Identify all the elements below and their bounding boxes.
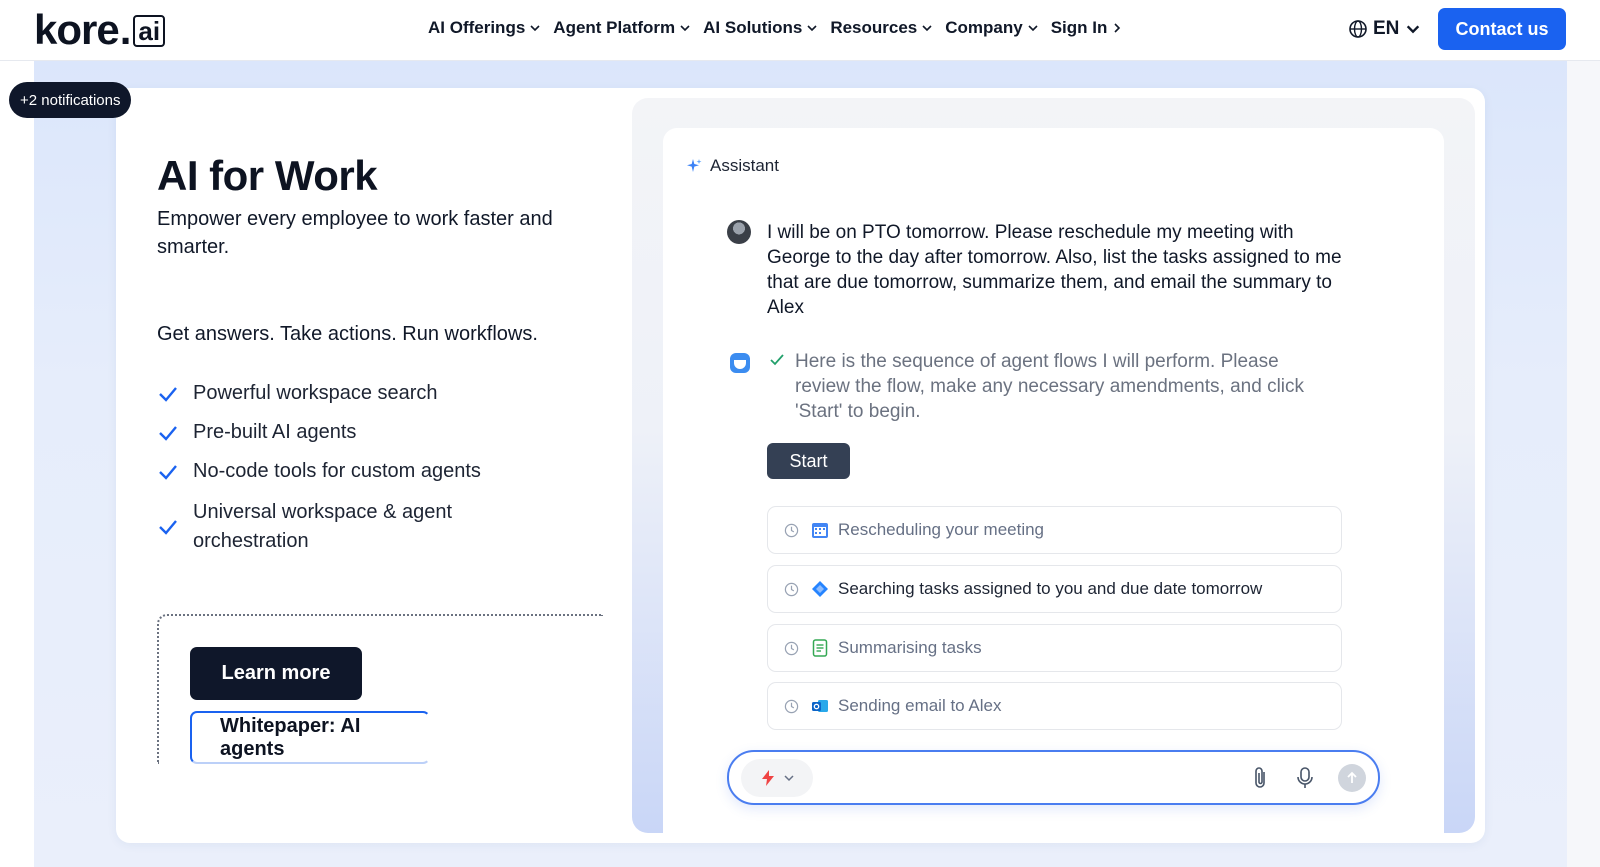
nav-label: AI Solutions xyxy=(703,18,803,37)
microphone-icon[interactable] xyxy=(1294,765,1316,791)
feature-item: Universal workspace & agent orchestratio… xyxy=(157,498,597,556)
flow-item[interactable]: Summarising tasks xyxy=(767,624,1342,672)
chevron-down-icon xyxy=(922,25,932,32)
flow-item[interactable]: Sending email to Alex xyxy=(767,682,1342,730)
feature-label: No-code tools for custom agents xyxy=(193,460,481,482)
assistant-title: Assistant xyxy=(710,156,779,175)
check-icon xyxy=(159,386,177,402)
globe-icon xyxy=(1349,20,1367,38)
clock-icon xyxy=(784,523,799,537)
feature-label: Universal workspace & agent orchestratio… xyxy=(193,501,453,552)
flow-item[interactable]: Rescheduling your meeting xyxy=(767,506,1342,554)
main-nav: AI Offerings Agent Platform AI Solutions… xyxy=(428,18,1135,38)
whitepaper-button[interactable]: Whitepaper: AI agents xyxy=(190,711,430,764)
nav-label: Sign In xyxy=(1050,18,1108,37)
calendar-icon xyxy=(812,523,828,538)
diamond-icon xyxy=(812,581,828,597)
notifications-badge[interactable]: +2 notifications xyxy=(9,82,132,118)
user-message: I will be on PTO tomorrow. Please resche… xyxy=(767,222,1342,318)
chat-composer[interactable] xyxy=(727,750,1380,805)
check-icon xyxy=(770,354,784,366)
chevron-down-icon xyxy=(530,25,540,32)
chevron-down-icon xyxy=(1028,25,1038,32)
lightning-icon xyxy=(762,770,774,786)
mode-selector[interactable] xyxy=(741,759,813,797)
logo-ai-box: ai xyxy=(133,15,166,47)
page-right-edge xyxy=(1567,61,1600,867)
logo-dot: . xyxy=(119,6,132,53)
paperclip-icon[interactable] xyxy=(1249,765,1271,791)
document-icon xyxy=(812,639,828,657)
nav-sign-in[interactable]: Sign In xyxy=(1051,18,1124,38)
assistant-header: Assistant xyxy=(686,156,779,176)
kore-ai-logo[interactable]: kore . ai xyxy=(34,6,166,53)
nav-label: Agent Platform xyxy=(553,18,676,37)
check-icon xyxy=(159,464,177,480)
nav-company[interactable]: Company xyxy=(945,18,1038,38)
start-button[interactable]: Start xyxy=(767,443,850,479)
nav-ai-solutions[interactable]: AI Solutions xyxy=(703,18,818,38)
language-selector[interactable]: EN xyxy=(1348,18,1426,40)
bot-avatar-icon xyxy=(730,353,750,373)
hero-title: AI for Work xyxy=(157,152,378,199)
flow-label: Searching tasks assigned to you and due … xyxy=(838,579,1263,598)
site-header: kore . ai AI Offerings Agent Platform AI… xyxy=(0,0,1600,61)
feature-item: Powerful workspace search xyxy=(157,382,438,405)
send-button[interactable] xyxy=(1338,764,1366,792)
check-icon xyxy=(159,425,177,441)
feature-item: No-code tools for custom agents xyxy=(157,460,481,483)
contact-us-button[interactable]: Contact us xyxy=(1438,8,1566,50)
hero-tagline: Get answers. Take actions. Run workflows… xyxy=(157,323,538,345)
chevron-down-icon xyxy=(680,25,690,32)
nav-label: Resources xyxy=(830,18,918,37)
clock-icon xyxy=(784,641,799,655)
clock-icon xyxy=(784,699,799,713)
clock-icon xyxy=(784,582,799,596)
nav-agent-platform[interactable]: Agent Platform xyxy=(553,18,691,38)
user-avatar xyxy=(727,220,751,244)
check-icon xyxy=(159,520,177,535)
hero-subtitle: Empower every employee to work faster an… xyxy=(157,208,553,258)
chevron-down-icon xyxy=(807,25,817,32)
nav-label: Company xyxy=(945,18,1023,37)
flow-label: Rescheduling your meeting xyxy=(838,520,1045,539)
nav-ai-offerings[interactable]: AI Offerings xyxy=(428,18,541,38)
learn-more-button[interactable]: Learn more xyxy=(190,647,362,700)
logo-wordmark: kore xyxy=(34,6,120,53)
sparkle-icon xyxy=(687,159,702,172)
language-label: EN xyxy=(1373,18,1400,39)
arrow-up-icon xyxy=(1347,771,1357,783)
outlook-icon xyxy=(812,700,828,712)
feature-label: Pre-built AI agents xyxy=(193,421,357,443)
flow-label: Summarising tasks xyxy=(838,638,982,657)
feature-label: Powerful workspace search xyxy=(193,382,438,404)
chevron-down-icon xyxy=(784,775,794,782)
flow-label: Sending email to Alex xyxy=(838,696,1002,715)
chevron-down-icon xyxy=(1407,25,1420,34)
flow-item[interactable]: Searching tasks assigned to you and due … xyxy=(767,565,1342,613)
feature-item: Pre-built AI agents xyxy=(157,421,356,444)
bot-message: Here is the sequence of agent flows I wi… xyxy=(795,351,1305,422)
nav-label: AI Offerings xyxy=(428,18,526,37)
nav-resources[interactable]: Resources xyxy=(830,18,933,38)
chevron-right-icon xyxy=(1114,23,1121,33)
